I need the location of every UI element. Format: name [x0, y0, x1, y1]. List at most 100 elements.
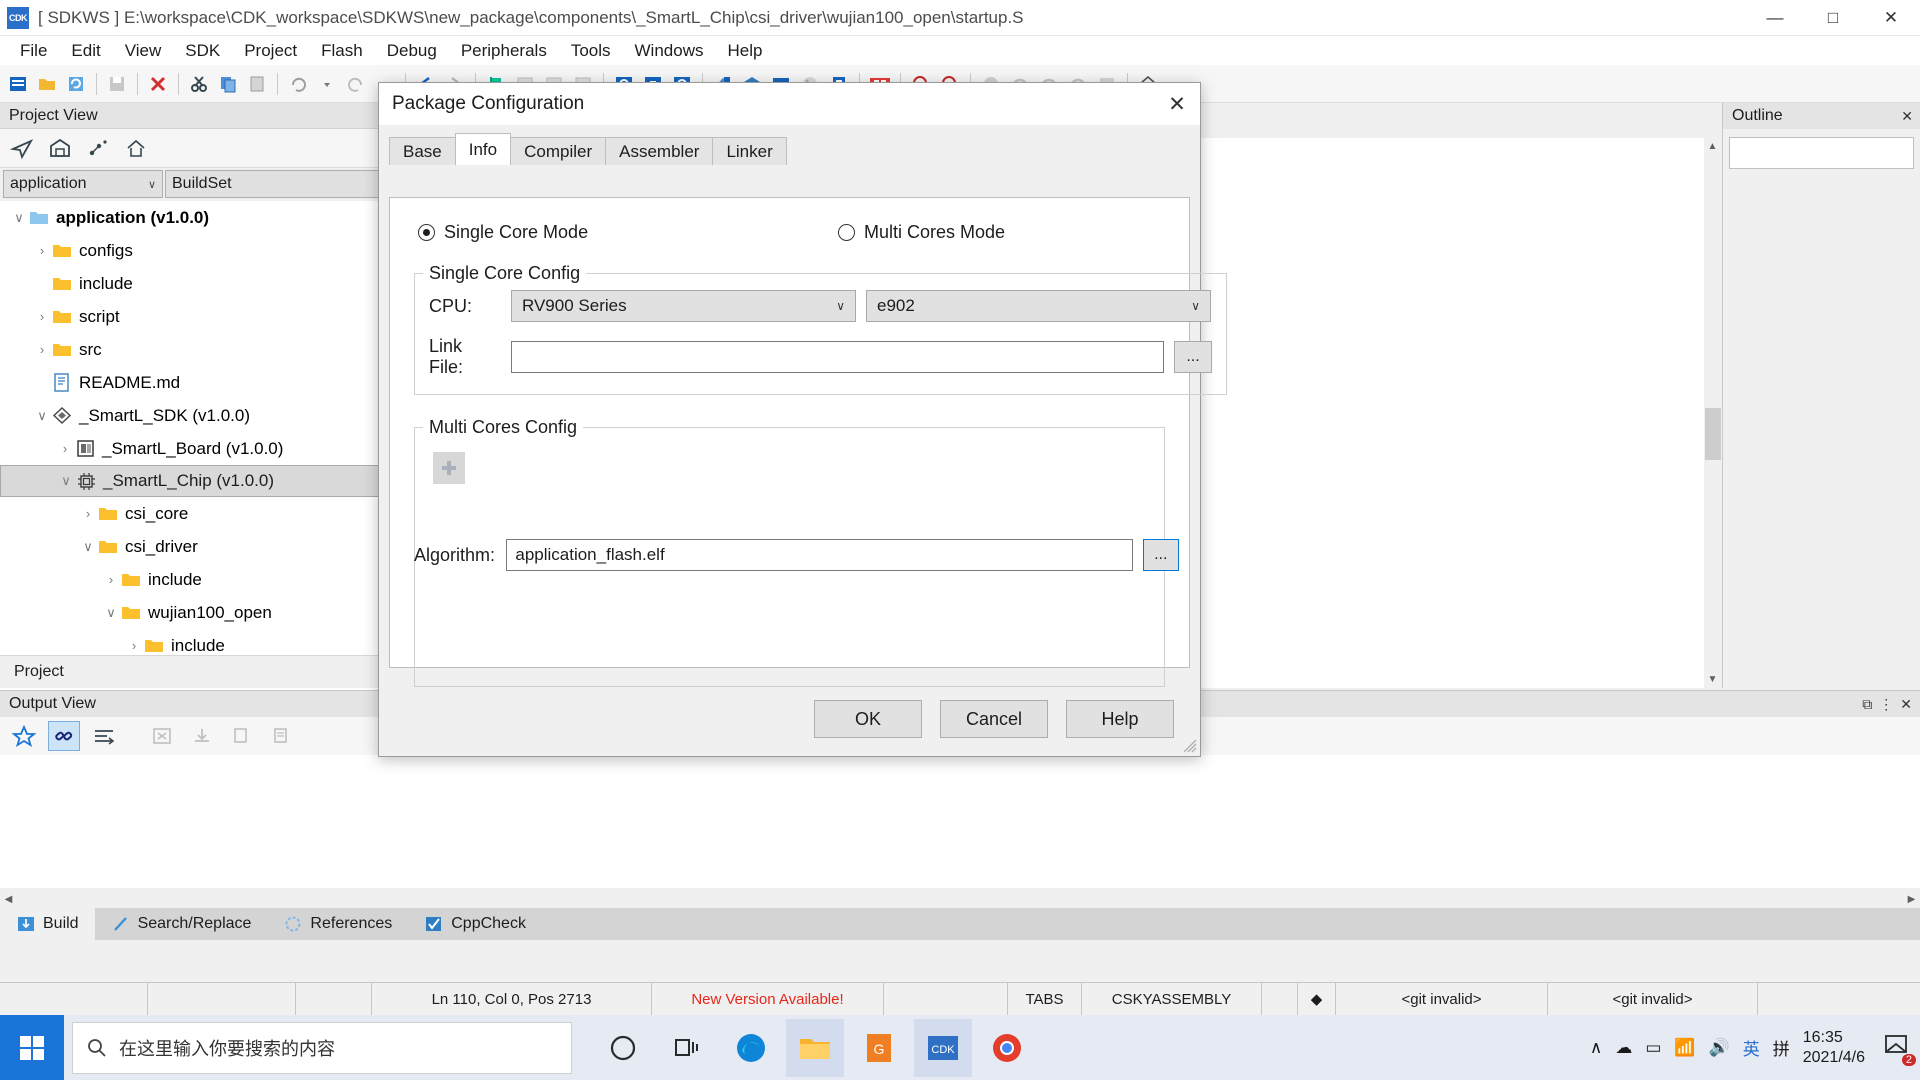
- help-button[interactable]: Help: [1066, 700, 1174, 738]
- undo-dropdown-icon[interactable]: [313, 70, 341, 98]
- expand-arrow-icon[interactable]: ›: [102, 572, 120, 587]
- open-folder-icon[interactable]: [33, 70, 61, 98]
- cdk-icon[interactable]: CDK: [914, 1019, 972, 1077]
- menu-project[interactable]: Project: [232, 38, 309, 64]
- ime-pinyin-icon[interactable]: 拼: [1773, 1035, 1790, 1060]
- copy-output-icon[interactable]: [226, 721, 258, 751]
- cortana-icon[interactable]: [594, 1019, 652, 1077]
- refresh-icon[interactable]: [62, 70, 90, 98]
- clear-output-icon[interactable]: [146, 721, 178, 751]
- undo-icon[interactable]: [284, 70, 312, 98]
- tab-compiler[interactable]: Compiler: [510, 137, 606, 165]
- tree-item[interactable]: ∨application (v1.0.0): [0, 201, 427, 234]
- network-icon[interactable]: 📶: [1674, 1038, 1695, 1058]
- menu-view[interactable]: View: [113, 38, 174, 64]
- scroll-right-arrow[interactable]: ▶: [1903, 891, 1920, 908]
- redo-icon[interactable]: [342, 70, 370, 98]
- tree-item[interactable]: include: [0, 267, 427, 300]
- multi-cores-mode-radio[interactable]: Multi Cores Mode: [838, 222, 1005, 243]
- editor-vertical-scrollbar[interactable]: ▲ ▼: [1704, 138, 1722, 688]
- tree-item[interactable]: README.md: [0, 366, 427, 399]
- pdf-icon[interactable]: G: [850, 1019, 908, 1077]
- ok-button[interactable]: OK: [814, 700, 922, 738]
- project-select[interactable]: application ∨: [3, 170, 163, 198]
- paste-icon[interactable]: [243, 70, 271, 98]
- home-project-icon[interactable]: [120, 133, 152, 163]
- new-file-icon[interactable]: [4, 70, 32, 98]
- tray-chevron-icon[interactable]: ∧: [1590, 1038, 1602, 1058]
- tab-info[interactable]: Info: [455, 133, 511, 165]
- collapse-arrow-icon[interactable]: ∨: [102, 605, 120, 621]
- onedrive-icon[interactable]: ☁: [1615, 1038, 1632, 1058]
- copy-icon[interactable]: [214, 70, 242, 98]
- expand-arrow-icon[interactable]: ›: [33, 243, 51, 258]
- collapse-arrow-icon[interactable]: ∨: [79, 539, 97, 555]
- panel-menu-icon[interactable]: ⋮: [1877, 696, 1895, 713]
- close-panel-icon[interactable]: ✕: [1898, 696, 1914, 713]
- tree-item[interactable]: ∨csi_driver: [0, 530, 427, 563]
- tab-linker[interactable]: Linker: [712, 137, 786, 165]
- expand-arrow-icon[interactable]: ›: [33, 309, 51, 324]
- expand-arrow-icon[interactable]: ›: [125, 638, 143, 653]
- wrap-lines-icon[interactable]: [88, 721, 120, 751]
- output-tab-build[interactable]: Build: [0, 908, 95, 940]
- favorite-star-icon[interactable]: [8, 721, 40, 751]
- tree-item[interactable]: ›_SmartL_Board (v1.0.0): [0, 432, 427, 465]
- minimize-button[interactable]: —: [1746, 0, 1804, 36]
- tree-item[interactable]: ›script: [0, 300, 427, 333]
- collapse-arrow-icon[interactable]: ∨: [33, 408, 51, 424]
- algorithm-browse-button[interactable]: ...: [1143, 539, 1179, 571]
- output-tab-references[interactable]: References: [267, 908, 408, 940]
- battery-icon[interactable]: ▭: [1645, 1038, 1661, 1058]
- tree-item[interactable]: ∨_SmartL_Chip (v1.0.0): [0, 465, 427, 497]
- save-output-icon[interactable]: [186, 721, 218, 751]
- start-button[interactable]: [0, 1015, 64, 1080]
- tree-item[interactable]: ›src: [0, 333, 427, 366]
- link-file-input[interactable]: [511, 341, 1164, 373]
- repository-icon[interactable]: [44, 133, 76, 163]
- ime-mode-icon[interactable]: 英: [1743, 1035, 1760, 1060]
- single-core-mode-radio[interactable]: Single Core Mode: [418, 222, 838, 243]
- chrome-icon[interactable]: [978, 1019, 1036, 1077]
- cpu-series-select[interactable]: RV900 Series ∨: [511, 290, 856, 322]
- task-view-icon[interactable]: [658, 1019, 716, 1077]
- outline-filter-input[interactable]: [1729, 137, 1914, 169]
- link-output-icon[interactable]: [48, 721, 80, 751]
- menu-debug[interactable]: Debug: [375, 38, 449, 64]
- tree-item[interactable]: ›csi_core: [0, 497, 427, 530]
- menu-help[interactable]: Help: [715, 38, 774, 64]
- menu-flash[interactable]: Flash: [309, 38, 375, 64]
- cut-icon[interactable]: [185, 70, 213, 98]
- menu-tools[interactable]: Tools: [559, 38, 623, 64]
- collapse-arrow-icon[interactable]: ∨: [10, 210, 28, 226]
- expand-arrow-icon[interactable]: ›: [79, 506, 97, 521]
- menu-file[interactable]: File: [8, 38, 59, 64]
- output-tab-cppcheck[interactable]: CppCheck: [408, 908, 542, 940]
- close-outline-icon[interactable]: ✕: [1899, 108, 1915, 125]
- output-settings-icon[interactable]: [266, 721, 298, 751]
- scroll-thumb[interactable]: [1705, 408, 1721, 460]
- tab-base[interactable]: Base: [389, 137, 456, 165]
- tree-item[interactable]: ›configs: [0, 234, 427, 267]
- expand-arrow-icon[interactable]: ›: [33, 342, 51, 357]
- dependency-graph-icon[interactable]: [82, 133, 114, 163]
- menu-windows[interactable]: Windows: [623, 38, 716, 64]
- edge-icon[interactable]: [722, 1019, 780, 1077]
- scroll-down-arrow[interactable]: ▼: [1704, 671, 1721, 688]
- menu-edit[interactable]: Edit: [59, 38, 112, 64]
- cpu-model-select[interactable]: e902 ∨: [866, 290, 1211, 322]
- scroll-up-arrow[interactable]: ▲: [1704, 138, 1721, 155]
- cancel-button[interactable]: Cancel: [940, 700, 1048, 738]
- output-tab-search-replace[interactable]: Search/Replace: [95, 908, 268, 940]
- close-window-button[interactable]: ✕: [1862, 0, 1920, 36]
- output-horizontal-scrollbar[interactable]: ◀ ▶: [0, 890, 1920, 908]
- dialog-resize-grip[interactable]: [1183, 739, 1197, 753]
- collapse-arrow-icon[interactable]: ∨: [57, 473, 75, 489]
- tree-item[interactable]: ∨wujian100_open: [0, 596, 427, 629]
- volume-icon[interactable]: 🔊: [1709, 1038, 1730, 1058]
- scroll-left-arrow[interactable]: ◀: [0, 891, 17, 908]
- navigate-icon[interactable]: [6, 133, 38, 163]
- tree-item[interactable]: ›include: [0, 563, 427, 596]
- tab-assembler[interactable]: Assembler: [605, 137, 713, 165]
- maximize-button[interactable]: □: [1804, 0, 1862, 36]
